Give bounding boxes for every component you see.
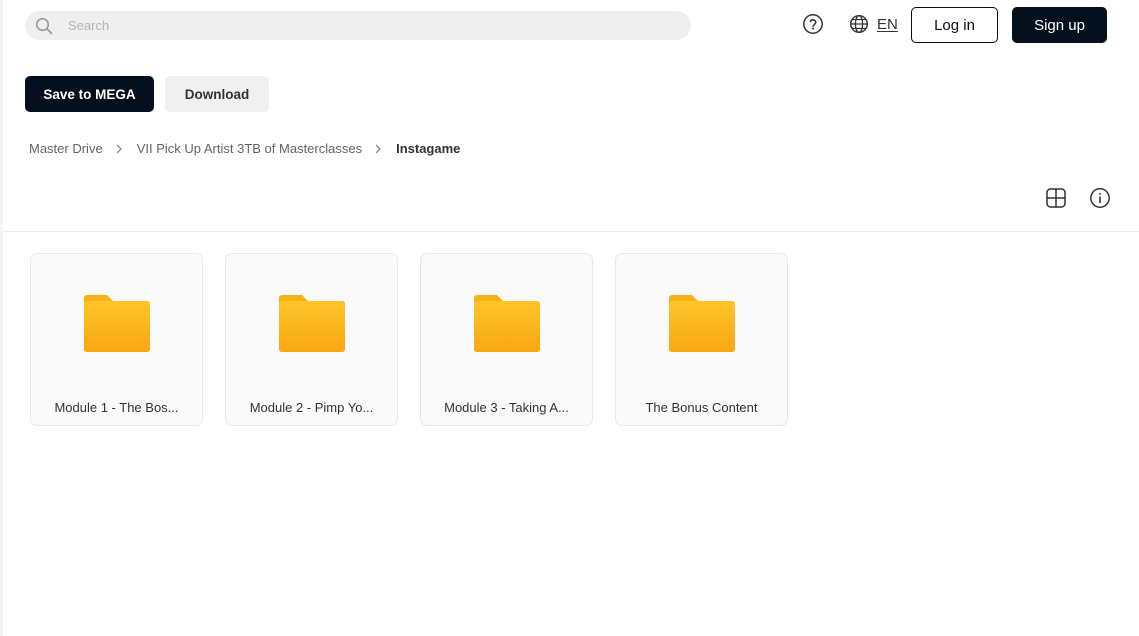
folder-name: Module 2 - Pimp Yo...: [249, 400, 374, 415]
folder-grid: Module 1 - The Bos... Module 2 - Pimp Yo…: [30, 253, 810, 426]
folder-icon: [474, 294, 540, 354]
language-code: EN: [877, 15, 898, 33]
folder-name: Module 1 - The Bos...: [54, 400, 179, 415]
folder-card[interactable]: Module 3 - Taking A...: [420, 253, 593, 426]
search-input[interactable]: [68, 18, 668, 33]
download-button[interactable]: Download: [165, 76, 269, 112]
folder-card[interactable]: Module 2 - Pimp Yo...: [225, 253, 398, 426]
info-icon[interactable]: [1089, 187, 1111, 209]
folder-name: Module 3 - Taking A...: [444, 400, 569, 415]
breadcrumb-item-master-drive[interactable]: Master Drive: [29, 141, 103, 156]
search-bar[interactable]: [25, 11, 691, 40]
left-edge-divider: [0, 0, 3, 636]
globe-icon: [849, 14, 869, 34]
chevron-right-icon: [374, 144, 382, 154]
folder-icon: [669, 294, 735, 354]
folder-card[interactable]: The Bonus Content: [615, 253, 788, 426]
header-divider: [3, 231, 1139, 232]
signup-button[interactable]: Sign up: [1012, 7, 1107, 43]
breadcrumb-item-masterclasses[interactable]: VII Pick Up Artist 3TB of Masterclasses: [137, 141, 362, 156]
folder-icon: [279, 294, 345, 354]
breadcrumb: Master Drive VII Pick Up Artist 3TB of M…: [29, 141, 460, 156]
search-icon: [34, 16, 54, 36]
folder-card[interactable]: Module 1 - The Bos...: [30, 253, 203, 426]
language-selector[interactable]: EN: [849, 14, 898, 34]
breadcrumb-item-current: Instagame: [396, 141, 461, 156]
folder-icon: [84, 294, 150, 354]
login-button[interactable]: Log in: [911, 7, 998, 43]
folder-name: The Bonus Content: [645, 400, 758, 415]
grid-view-icon[interactable]: [1045, 187, 1067, 209]
save-to-mega-button[interactable]: Save to MEGA: [25, 76, 154, 112]
help-icon[interactable]: [802, 13, 824, 35]
chevron-right-icon: [115, 144, 123, 154]
